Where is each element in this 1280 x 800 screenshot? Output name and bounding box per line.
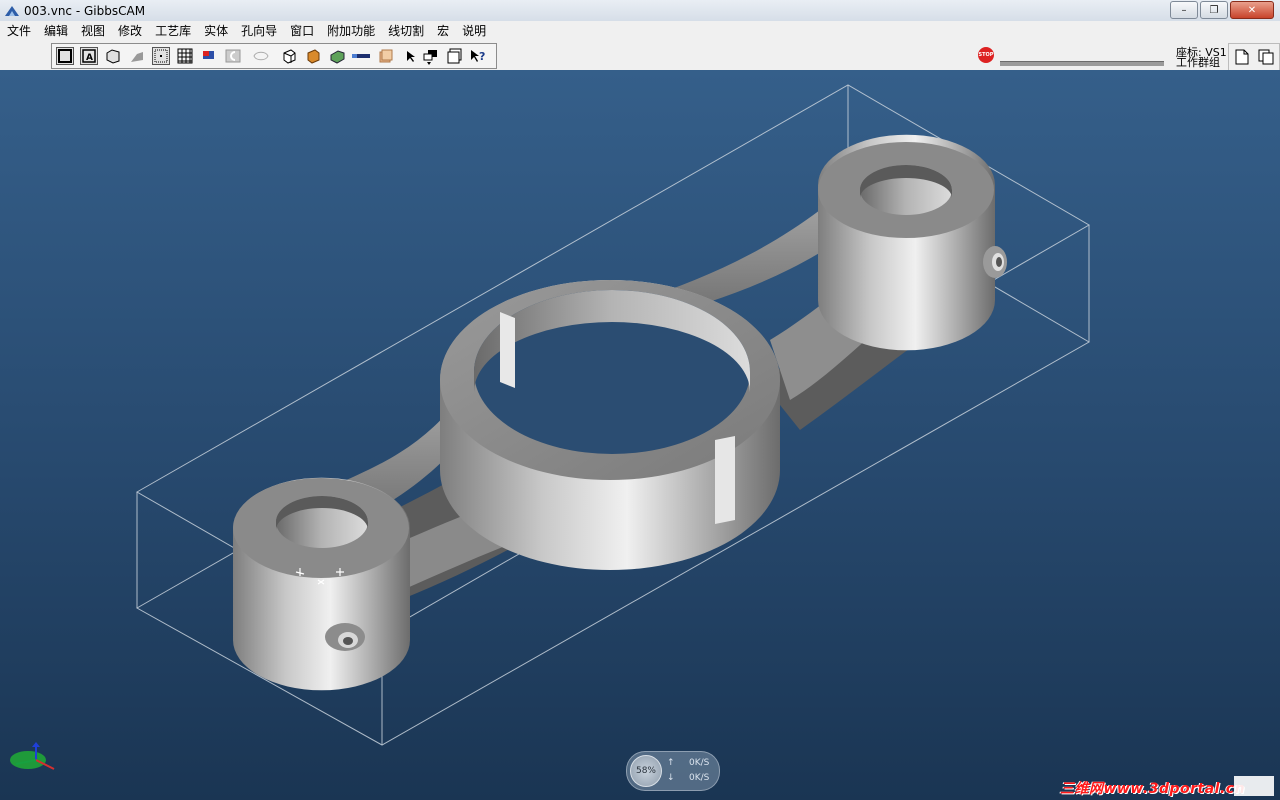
maximize-button[interactable]: ❐ [1200,1,1228,19]
menu-view[interactable]: 视图 [74,21,111,41]
app-icon [5,5,19,16]
upload-arrow-icon: ↑ [667,758,675,768]
site-watermark: 三维网www.3dportal.cn [1060,781,1246,797]
whats-this-icon[interactable]: ? [470,47,488,65]
toolbar-group: A ? [51,43,497,69]
arrow-cursor-icon[interactable] [402,47,420,65]
axis-triad-icon [10,742,55,770]
view-text-icon[interactable]: A [80,47,98,65]
menu-help[interactable]: 说明 [455,21,492,41]
menu-plugins[interactable]: 附加功能 [320,21,381,41]
profile-icon[interactable] [224,47,242,65]
stack-icon[interactable] [376,47,394,65]
window-title: 003.vnc - GibbsCAM [24,3,146,18]
fill-icon[interactable] [422,47,440,65]
toolbar: A ? STOP 座标: VS1 工作群组 [0,41,1280,71]
bar-icon[interactable] [352,47,370,65]
stop-button[interactable]: STOP [978,47,994,63]
menu-solid[interactable]: 实体 [197,21,234,41]
cube-green-icon[interactable] [328,47,346,65]
menu-hole-wizard[interactable]: 孔向导 [234,21,283,41]
dotted-select-icon[interactable] [152,47,170,65]
menu-process-library[interactable]: 工艺库 [148,21,197,41]
flag-icon[interactable] [200,47,218,65]
cube-icon[interactable] [280,47,298,65]
shade-icon[interactable] [128,47,146,65]
model-viewport[interactable] [0,70,1280,800]
corner-box [1234,776,1274,796]
title-bar: 003.vnc - GibbsCAM – ❐ ✕ [0,0,1280,22]
menu-macro[interactable]: 宏 [430,21,455,41]
svg-text:?: ? [479,50,485,63]
network-percent: 58% [630,755,662,787]
minimize-button[interactable]: – [1170,1,1198,19]
cube-orange-icon[interactable] [304,47,322,65]
copy-doc-icon[interactable] [1256,47,1276,67]
upload-rate: 0K/S [689,758,710,768]
download-arrow-icon: ↓ [667,773,675,783]
menu-bar: 文件 编辑 视图 修改 工艺库 实体 孔向导 窗口 附加功能 线切割 宏 说明 [0,21,1280,41]
workgroup-label: 工作群组 [1176,56,1220,69]
menu-modify[interactable]: 修改 [111,21,148,41]
menu-window[interactable]: 窗口 [283,21,320,41]
contour-icon[interactable] [252,47,270,65]
new-doc-icon[interactable] [1232,47,1252,67]
grid-icon[interactable] [176,47,194,65]
download-rate: 0K/S [689,773,710,783]
network-monitor[interactable]: 58% ↑ 0K/S ↓ 0K/S [626,751,720,791]
svg-text:A: A [86,53,93,63]
progress-bar [1000,61,1164,66]
menu-wire-edm[interactable]: 线切割 [381,21,430,41]
close-button[interactable]: ✕ [1230,1,1274,19]
view-frame-icon[interactable] [56,47,74,65]
layers-icon[interactable] [446,47,464,65]
view-solid-icon[interactable] [104,47,122,65]
menu-edit[interactable]: 编辑 [37,21,74,41]
menu-file[interactable]: 文件 [0,21,37,41]
